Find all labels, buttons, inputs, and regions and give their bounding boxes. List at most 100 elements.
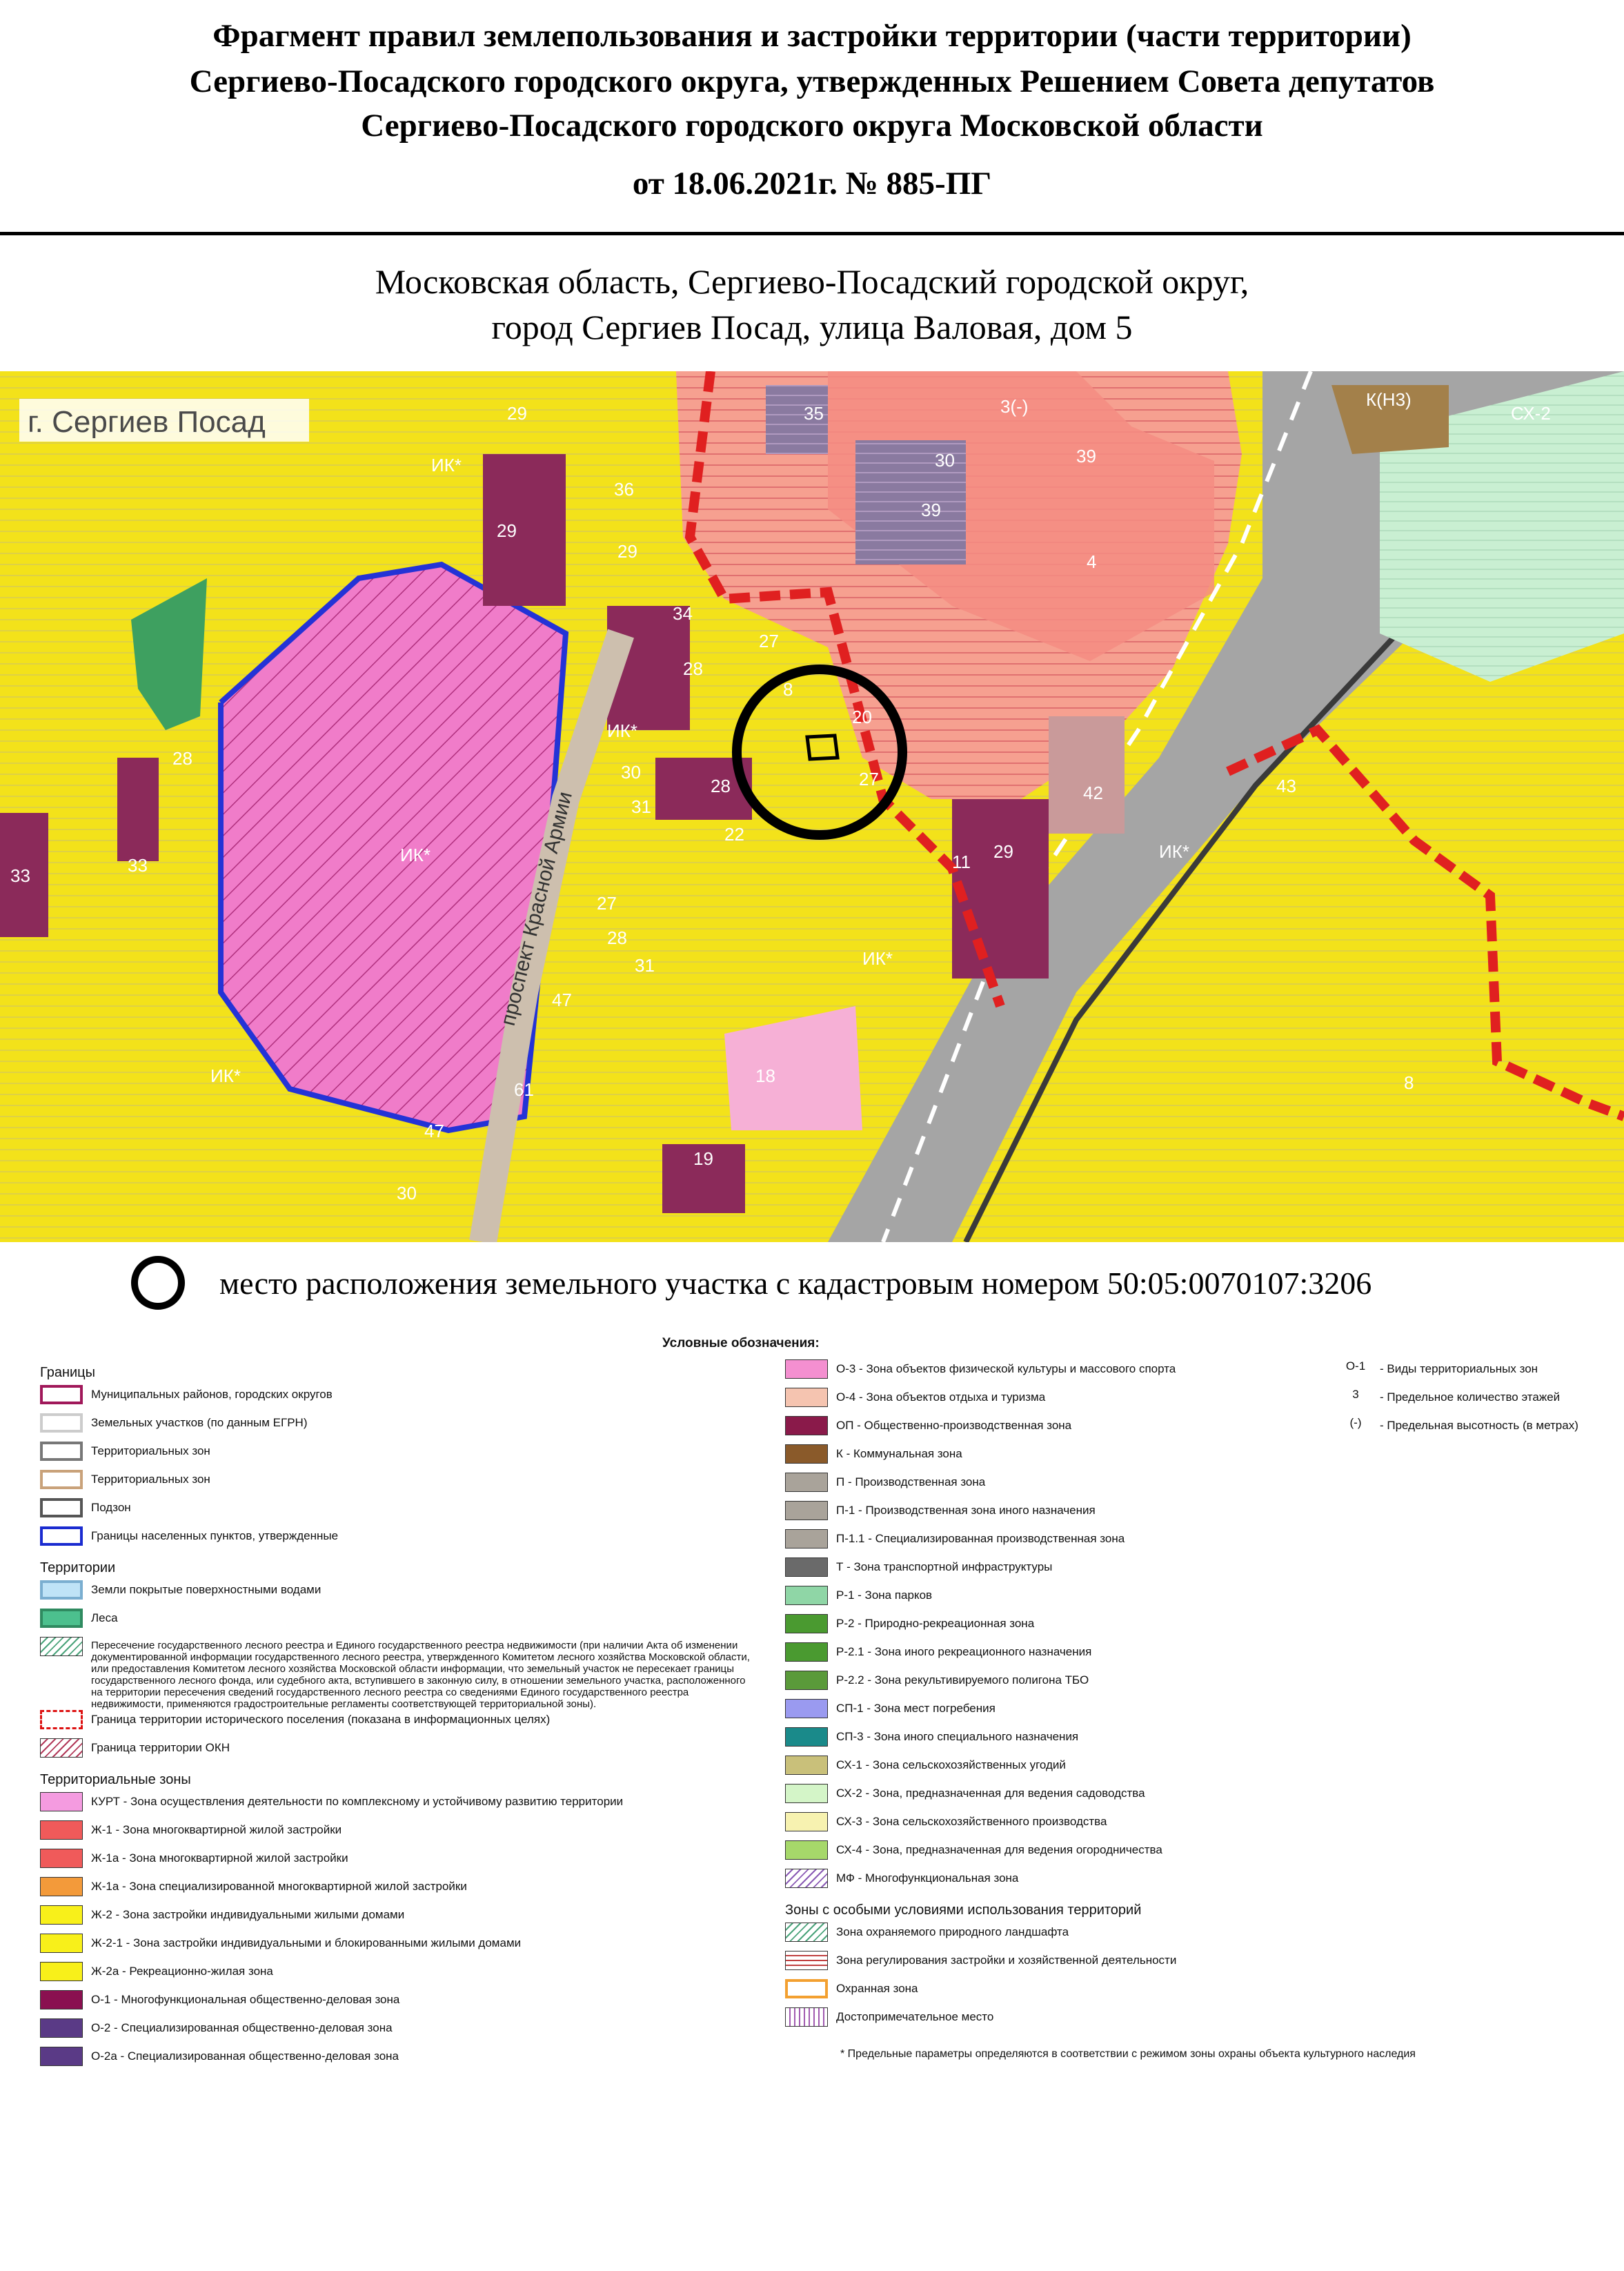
legend-label: Охранная зона <box>836 1982 918 1995</box>
zone-label: 27 <box>597 893 617 914</box>
zone-label: 30 <box>621 762 641 783</box>
zone-label: 39 <box>921 500 941 520</box>
legend-label: Ж-2а - Рекреационно-жилая зона <box>91 1965 273 1978</box>
legend-section-heading: Зоны с особыми условиями использования т… <box>785 1903 1142 1918</box>
legend-label: Подзон <box>91 1501 131 1514</box>
legend-item: Муниципальных районов, городских округов <box>40 1385 751 1413</box>
legend-swatch <box>785 1840 828 1860</box>
zoning-map: г. Сергиев Посад проспект Красной Армии … <box>0 371 1624 1242</box>
legend-item: О-2 - Специализированная общественно-дел… <box>40 2018 751 2047</box>
zone-label: 42 <box>1083 783 1103 803</box>
legend-swatch <box>40 1385 83 1404</box>
zone-label: 18 <box>755 1065 775 1086</box>
zone-label: 35 <box>804 403 824 424</box>
zone-label: К(Н3) <box>1366 389 1412 410</box>
zone-label: ИК* <box>862 948 893 969</box>
zone-label: 30 <box>935 450 955 471</box>
marker-description: место расположения земельного участка с … <box>219 1266 1372 1301</box>
legend-swatch <box>785 1642 828 1662</box>
zone-label: 36 <box>614 479 634 500</box>
legend-item: Зона охраняемого природного ландшафта <box>785 1923 1316 1951</box>
legend-swatch <box>785 1784 828 1803</box>
legend-swatch <box>785 1557 828 1577</box>
legend-item: Границы населенных пунктов, утвержденные <box>40 1526 751 1555</box>
legend-item: Ж-2а - Рекреационно-жилая зона <box>40 1962 751 1990</box>
legend-label: Достопримечательное место <box>836 2010 994 2023</box>
legend-label: Граница территории ОКН <box>91 1741 230 1754</box>
zone-label: 31 <box>635 955 655 976</box>
zone-label: 28 <box>711 776 731 796</box>
legend-item: П-1.1 - Специализированная производствен… <box>785 1529 1316 1557</box>
legend-swatch <box>40 1526 83 1546</box>
legend-item: Ж-1 - Зона многоквартирной жилой застрой… <box>40 1820 751 1849</box>
legend-label: Граница территории исторического поселен… <box>91 1713 551 1726</box>
legend-item-okn: Граница территории ОКН <box>40 1738 751 1767</box>
legend-label: Р-2 - Природно-рекреационная зона <box>836 1617 1035 1630</box>
zone-label: 19 <box>693 1148 713 1169</box>
legend-item: Леса <box>40 1609 751 1637</box>
legend-label: П - Производственная зона <box>836 1475 986 1488</box>
legend-swatch <box>40 1710 83 1729</box>
marker-legend: место расположения земельного участка с … <box>131 1256 1580 1318</box>
legend-item: Ж-2 - Зона застройки индивидуальными жил… <box>40 1905 751 1934</box>
legend-swatch <box>40 1934 83 1953</box>
legend-swatch <box>40 1580 83 1600</box>
legend-label: О-4 - Зона объектов отдыха и туризма <box>836 1390 1046 1404</box>
legend-item: Подзон <box>40 1498 751 1526</box>
legend-swatch <box>785 1812 828 1831</box>
legend-swatch <box>785 1473 828 1492</box>
legend-label: Ж-1а - Зона специализированной многоквар… <box>91 1880 467 1893</box>
legend-label: КУРТ - Зона осуществления деятельности п… <box>91 1795 624 1808</box>
legend-swatch <box>785 1359 828 1379</box>
zone-label: 11 <box>952 852 971 872</box>
legend-label: СХ-3 - Зона сельскохозяйственного произв… <box>836 1815 1107 1828</box>
zone-label: 4 <box>1087 551 1096 572</box>
legend-item: МФ - Многофункциональная зона <box>785 1869 1316 1897</box>
legend-label: П-1.1 - Специализированная производствен… <box>836 1532 1125 1545</box>
legend-label: СХ-1 - Зона сельскохозяйственных угодий <box>836 1758 1066 1771</box>
legend-label: Ж-1а - Зона многоквартирной жилой застро… <box>91 1851 348 1865</box>
legend-item: Зона регулирования застройки и хозяйстве… <box>785 1951 1316 1979</box>
legend-swatch <box>785 1951 828 1970</box>
zone-label: 47 <box>552 990 572 1010</box>
legend-label: Т - Зона транспортной инфраструктуры <box>836 1560 1053 1573</box>
marker-circle-icon <box>131 1256 185 1310</box>
legend-label: СХ-2 - Зона, предназначенная для ведения… <box>836 1787 1145 1800</box>
zone-label: 39 <box>1076 446 1096 466</box>
legend-swatch <box>40 1637 83 1656</box>
legend-column-3: О-1 - Виды территориальных зон 3 - Предельн… <box>1331 1359 1607 1444</box>
zone-label: 28 <box>683 658 703 679</box>
legend-swatch <box>785 1444 828 1464</box>
legend-label: П-1 - Производственная зона иного назнач… <box>836 1504 1096 1517</box>
legend-item: Земельных участков (по данным ЕГРН) <box>40 1413 751 1442</box>
legend-item: СХ-3 - Зона сельскохозяйственного произв… <box>785 1812 1316 1840</box>
zone-label: 3(-) <box>1000 396 1028 417</box>
legend-label: МФ - Многофункциональная зона <box>836 1871 1019 1885</box>
legend-swatch <box>40 2047 83 2066</box>
legend-swatch <box>40 1905 83 1925</box>
legend-swatch <box>785 1388 828 1407</box>
legend-section-heading: Границы <box>40 1365 95 1380</box>
legend-label: Муниципальных районов, городских округов <box>91 1388 333 1401</box>
legend-item: Земли покрытые поверхностными водами <box>40 1580 751 1609</box>
legend-swatch <box>40 1877 83 1896</box>
legend-key: О-1 <box>1345 1359 1366 1373</box>
zone-label: 27 <box>859 769 879 789</box>
legend-label: ОП - Общественно-производственная зона <box>836 1419 1072 1432</box>
legend-section-heading: Территории <box>40 1560 116 1575</box>
legend-item: О-1 - Многофункциональная общественно-де… <box>40 1990 751 2018</box>
zone-label: 29 <box>617 541 637 562</box>
legend-swatch <box>40 1498 83 1517</box>
legend-label: СП-1 - Зона мест погребения <box>836 1702 996 1715</box>
legend-label: Земельных участков (по данным ЕГРН) <box>91 1416 308 1429</box>
zone-label: 27 <box>759 631 779 651</box>
legend-key-row: О-1 - Виды территориальных зон <box>1331 1359 1607 1388</box>
zone-label: 61 <box>514 1079 534 1100</box>
legend-swatch <box>40 1820 83 1840</box>
zone-label: 8 <box>1404 1072 1414 1093</box>
address-line-2: город Сергиев Посад, улица Валовая, дом … <box>491 308 1133 346</box>
legend-label: Ж-2-1 - Зона застройки индивидуальными и… <box>91 1936 522 1949</box>
header-rule <box>0 232 1624 235</box>
zone-label: 28 <box>607 927 627 948</box>
zone-label: 30 <box>397 1183 417 1203</box>
